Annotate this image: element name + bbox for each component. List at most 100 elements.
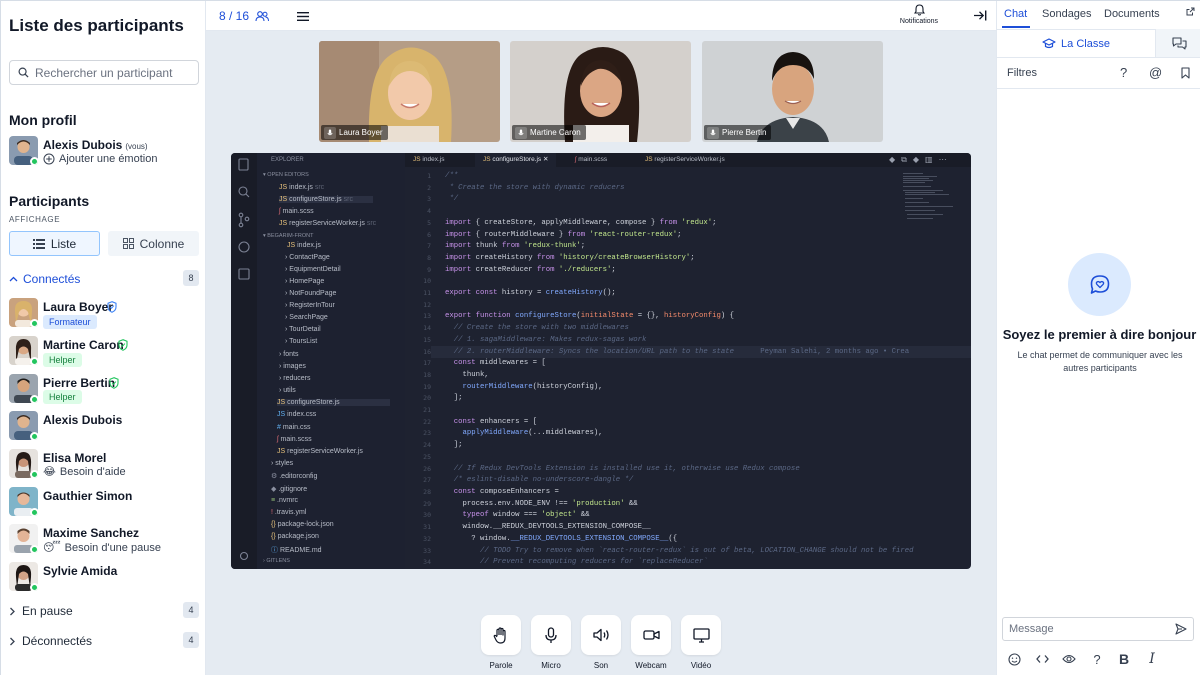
bookmark-button[interactable] — [1181, 67, 1190, 82]
shield-icon — [118, 339, 128, 351]
tab-chat[interactable]: Chat — [1004, 8, 1027, 20]
help-icon[interactable]: ? — [1120, 65, 1127, 80]
video-label: Pierre Bertin — [704, 125, 772, 140]
bookmark-icon — [1181, 67, 1190, 79]
paused-count: 4 — [183, 602, 199, 618]
camera-icon — [642, 630, 660, 640]
collapse-panel-button[interactable] — [974, 10, 987, 24]
list-view-button[interactable]: Liste — [9, 231, 100, 256]
participant-status: 😂 Besoin d'aide — [43, 465, 126, 479]
avatar — [9, 136, 38, 165]
connected-group-toggle[interactable]: Connectés 8 — [9, 270, 199, 288]
sound-button[interactable] — [581, 615, 621, 655]
code-content: /** * Create the store with dynamic redu… — [445, 172, 914, 567]
chevron-right-icon — [10, 607, 15, 615]
notifications-button[interactable]: Notifications — [896, 4, 942, 25]
microphone-button[interactable] — [531, 615, 571, 655]
avatar — [9, 374, 38, 403]
chat-bubbles-icon — [1171, 36, 1187, 50]
italic-button[interactable]: I — [1144, 651, 1160, 667]
screen-share-icon — [692, 627, 710, 643]
bold-button[interactable]: B — [1116, 651, 1132, 667]
search-box[interactable] — [9, 60, 199, 85]
video-label: Laura Boyer — [321, 125, 388, 140]
list-icon — [32, 238, 45, 249]
participant-counter[interactable]: 8 / 16 — [219, 9, 270, 23]
emoji-button[interactable] — [1006, 651, 1022, 667]
tab-documents[interactable]: Documents — [1104, 8, 1160, 20]
divider — [997, 88, 1200, 89]
meeting-stage: Laura Boyer Martine Caron Pierre Bertin … — [206, 31, 996, 675]
add-emotion-button[interactable]: Ajouter une émotion — [43, 153, 157, 165]
panel-title: Liste des participants — [9, 16, 184, 35]
speaker-icon — [592, 628, 609, 642]
video-tile[interactable]: Pierre Bertin — [702, 41, 883, 142]
video-tile[interactable]: Laura Boyer — [319, 41, 500, 142]
participant-name: Gauthier Simon — [43, 489, 133, 503]
editor-activity-bar — [231, 153, 257, 569]
add-circle-icon — [43, 153, 55, 165]
shared-screen[interactable]: EXPLORER ▾ OPEN EDITORS JS index.js src … — [231, 153, 971, 569]
help-format-button[interactable]: ? — [1089, 651, 1105, 667]
top-bar: 8 / 16 Notifications — [206, 1, 996, 31]
external-link-icon — [1186, 7, 1195, 16]
tab-polls[interactable]: Sondages — [1042, 8, 1092, 20]
line-numbers: 1 2 3 4 5 6 7 8 9 10 11 12 13 14 15 16 1… — [423, 172, 431, 567]
participant-name: Sylvie Amida — [43, 564, 118, 578]
search-input[interactable] — [35, 65, 185, 80]
speak-button[interactable] — [481, 615, 521, 655]
hamburger-icon — [297, 12, 309, 21]
participant-name: Laura Boyer — [43, 300, 114, 314]
preview-button[interactable] — [1061, 651, 1077, 667]
smiley-icon — [1007, 652, 1021, 666]
grid-icon — [122, 238, 134, 249]
avatar — [9, 562, 38, 591]
participants-panel: Liste des participants Mon profil Alexis… — [1, 1, 206, 675]
search-icon — [18, 67, 29, 78]
column-view-button[interactable]: Colonne — [108, 231, 199, 256]
code-icon — [1035, 655, 1049, 663]
send-icon[interactable] — [1175, 623, 1187, 635]
avatar — [9, 298, 38, 327]
hand-icon — [493, 626, 506, 644]
mention-icon[interactable]: @ — [1149, 65, 1162, 80]
code-format-button[interactable] — [1034, 651, 1050, 667]
microphone-icon — [710, 129, 716, 135]
disconnected-group-toggle[interactable]: Déconnectés 4 — [9, 632, 199, 650]
microphone-icon — [518, 129, 524, 135]
graduation-cap-icon — [1042, 38, 1056, 49]
avatar — [9, 449, 38, 478]
active-tab-indicator — [1002, 26, 1030, 28]
avatar — [9, 411, 38, 440]
role-badge: Helper — [43, 353, 82, 367]
avatar — [9, 524, 38, 553]
connected-count: 8 — [183, 270, 199, 286]
video-tile[interactable]: Martine Caron — [510, 41, 691, 142]
message-input[interactable] — [1009, 623, 1175, 635]
control-label: Vidéo — [690, 661, 712, 670]
arrow-right-bar-icon — [974, 10, 987, 21]
message-box[interactable] — [1002, 617, 1194, 641]
app-window: Liste des participants Mon profil Alexis… — [0, 0, 1200, 675]
video-label: Martine Caron — [512, 125, 586, 140]
chevron-up-icon — [9, 276, 18, 282]
video-share-button[interactable] — [681, 615, 721, 655]
private-messages-button[interactable] — [1155, 29, 1200, 58]
filters-label[interactable]: Filtres — [1007, 67, 1037, 79]
disconnected-count: 4 — [183, 632, 199, 648]
popout-button[interactable] — [1186, 5, 1195, 19]
shield-icon — [107, 301, 117, 313]
avatar — [9, 487, 38, 516]
webcam-button[interactable] — [631, 615, 671, 655]
participant-name: Pierre Bertin — [43, 376, 116, 390]
display-label: AFFICHAGE — [9, 215, 61, 224]
minimap — [903, 173, 959, 233]
shield-icon — [109, 377, 119, 389]
participant-name: Martine Caron — [43, 338, 124, 352]
menu-button[interactable] — [297, 10, 309, 24]
chevron-right-icon — [10, 637, 15, 645]
room-class-tab[interactable]: La Classe — [997, 29, 1155, 58]
empty-chat-icon — [1068, 253, 1131, 316]
paused-group-toggle[interactable]: En pause 4 — [9, 602, 199, 620]
users-icon — [255, 10, 270, 21]
